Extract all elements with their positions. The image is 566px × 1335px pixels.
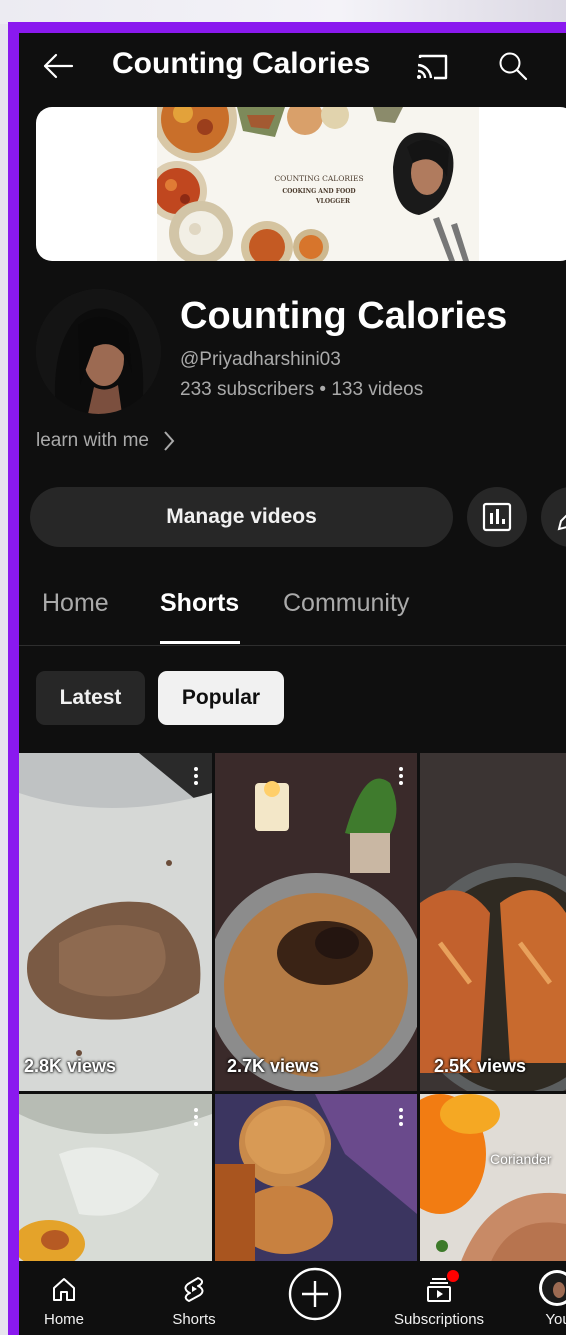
edit-icon	[557, 514, 566, 531]
more-options-icon[interactable]	[194, 767, 198, 788]
short-tile[interactable]: 2.7K views	[215, 753, 417, 1091]
bottom-navigation: Home Shorts Subscriptions Yo	[19, 1261, 566, 1335]
description-text: learn with me	[36, 430, 149, 451]
short-tile[interactable]	[215, 1094, 417, 1264]
home-icon	[53, 1278, 75, 1301]
tab-home[interactable]: Home	[42, 589, 109, 618]
notification-badge	[447, 1270, 459, 1282]
channel-avatar[interactable]	[36, 289, 161, 414]
more-options-icon[interactable]	[399, 1108, 403, 1129]
app-screen: Counting Calories COUNTING CALORIES COOK…	[19, 33, 566, 1335]
avatar-image	[36, 289, 161, 414]
search-icon[interactable]	[497, 50, 529, 82]
more-options-icon[interactable]	[194, 1108, 198, 1129]
channel-name: Counting Calories	[180, 295, 508, 337]
manage-videos-button[interactable]: Manage videos	[30, 487, 453, 547]
analytics-button[interactable]	[467, 487, 527, 547]
page-title: Counting Calories	[112, 47, 371, 80]
analytics-icon	[482, 502, 512, 532]
banner-subtitle-2: VLOGGER	[315, 198, 351, 205]
banner-subtitle: COOKING AND FOOD	[282, 188, 355, 195]
active-tab-indicator	[160, 641, 240, 644]
tab-community[interactable]: Community	[283, 589, 409, 618]
more-options-icon[interactable]	[399, 767, 403, 788]
channel-banner: COUNTING CALORIES COOKING AND FOOD VLOGG…	[36, 107, 566, 261]
short-tile[interactable]: 2.8K views	[19, 753, 212, 1091]
channel-description[interactable]: learn with me	[36, 430, 175, 452]
short-views: 2.5K views	[434, 1056, 527, 1076]
nav-subscriptions-label: Subscriptions	[394, 1311, 485, 1328]
channel-handle: @Priyadharshini03	[180, 349, 341, 370]
banner-artwork: COUNTING CALORIES COOKING AND FOOD VLOGG…	[157, 107, 479, 261]
avatar	[539, 1270, 566, 1306]
short-tile[interactable]: Coriander	[420, 1094, 566, 1264]
short-tile[interactable]: 2.5K views	[420, 753, 566, 1091]
tab-shorts[interactable]: Shorts	[160, 589, 239, 618]
short-thumbnail	[19, 1094, 212, 1264]
channel-stats: 233 subscribers • 133 videos	[180, 379, 424, 400]
banner-title: COUNTING CALORIES	[274, 174, 363, 183]
channel-tabs: Home Shorts Community	[19, 573, 566, 646]
nav-home-label: Home	[43, 1311, 84, 1328]
shorts-icon	[184, 1277, 204, 1302]
nav-you-label: You	[545, 1311, 566, 1328]
short-views: 2.7K views	[227, 1056, 320, 1076]
short-thumbnail	[215, 753, 417, 1091]
short-views: 2.8K views	[24, 1056, 117, 1076]
nav-shorts-label: Shorts	[172, 1311, 216, 1328]
create-icon[interactable]	[287, 1266, 343, 1322]
short-caption: Coriander	[490, 1151, 552, 1167]
top-app-bar: Counting Calories	[19, 33, 566, 103]
chevron-right-icon	[164, 431, 175, 451]
short-thumbnail	[420, 1094, 566, 1264]
arrow-left-icon[interactable]	[41, 49, 75, 83]
page-backdrop	[0, 0, 566, 24]
short-thumbnail	[19, 753, 212, 1091]
short-thumbnail	[420, 753, 566, 1091]
short-thumbnail	[215, 1094, 417, 1264]
edit-channel-button[interactable]	[541, 487, 566, 547]
cast-icon[interactable]	[414, 51, 450, 83]
chip-popular[interactable]: Popular	[158, 671, 284, 725]
short-tile[interactable]	[19, 1094, 212, 1264]
chip-latest[interactable]: Latest	[36, 671, 145, 725]
